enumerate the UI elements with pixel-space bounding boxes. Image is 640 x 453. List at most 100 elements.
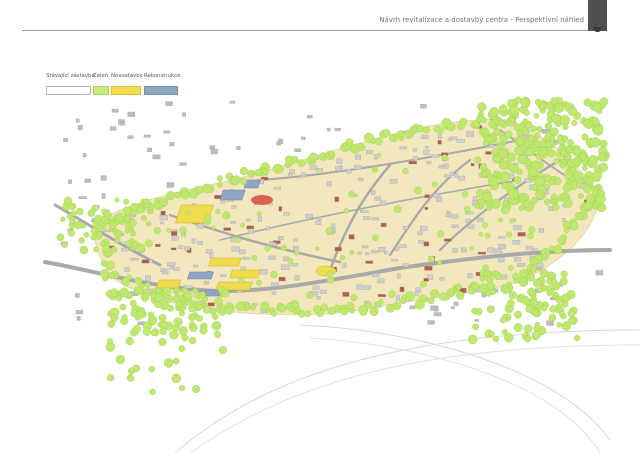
tree	[238, 277, 245, 284]
tree	[485, 290, 492, 297]
tree	[427, 297, 435, 305]
tree	[109, 288, 119, 297]
tree	[573, 334, 581, 342]
tree	[536, 126, 543, 132]
building	[278, 138, 283, 144]
tree	[479, 275, 486, 282]
tree	[382, 129, 391, 137]
tree	[456, 291, 465, 300]
tree	[328, 150, 335, 158]
tree	[597, 152, 607, 162]
tree	[372, 234, 379, 242]
building	[196, 223, 204, 229]
tree	[172, 357, 180, 365]
building	[271, 291, 277, 295]
tree	[498, 160, 509, 170]
tree	[177, 294, 184, 301]
tree	[83, 232, 90, 238]
building	[466, 131, 474, 137]
building	[417, 231, 423, 235]
building	[361, 245, 369, 249]
tree	[121, 277, 131, 287]
building	[77, 125, 83, 131]
tree	[339, 254, 346, 261]
tree	[101, 216, 110, 225]
tree	[250, 304, 256, 311]
tree	[188, 336, 197, 345]
tree	[549, 127, 559, 137]
building	[336, 158, 343, 164]
tree	[385, 303, 395, 313]
building	[293, 238, 298, 242]
tree	[306, 291, 314, 299]
tree	[525, 147, 535, 157]
building	[184, 285, 193, 289]
tree	[108, 220, 117, 230]
tree	[345, 138, 354, 147]
building	[231, 205, 237, 209]
building	[160, 210, 166, 216]
tree	[471, 282, 480, 290]
tree	[60, 216, 66, 222]
building	[380, 200, 386, 206]
tree	[173, 317, 183, 327]
tree	[294, 250, 300, 256]
tree	[178, 384, 185, 391]
tree	[192, 385, 201, 394]
building	[424, 266, 433, 271]
tree	[99, 269, 109, 279]
tree	[158, 314, 167, 322]
tree	[198, 291, 206, 299]
tree	[125, 337, 134, 346]
building	[443, 163, 449, 169]
tree	[416, 124, 424, 133]
tree	[588, 154, 599, 165]
building	[348, 234, 355, 240]
tree	[549, 135, 556, 142]
tree	[240, 222, 246, 228]
building	[178, 245, 183, 249]
tree	[260, 301, 270, 311]
tree	[216, 175, 224, 182]
tree	[520, 98, 530, 108]
tree	[509, 218, 515, 224]
tree	[519, 268, 529, 278]
tree	[581, 165, 588, 172]
tree	[422, 126, 431, 134]
tree	[400, 297, 407, 304]
tree	[213, 330, 221, 338]
building	[326, 181, 332, 187]
building	[357, 251, 362, 255]
tree	[369, 306, 379, 317]
tree	[136, 243, 146, 253]
tree	[110, 246, 118, 254]
tree	[489, 107, 500, 117]
building	[397, 273, 401, 279]
tree	[433, 125, 441, 133]
tree	[474, 156, 482, 164]
tree	[513, 323, 523, 332]
building	[431, 154, 439, 158]
tree	[488, 120, 496, 128]
building	[532, 247, 538, 252]
tree	[127, 367, 135, 375]
building	[290, 263, 298, 267]
building	[426, 161, 432, 164]
tree	[188, 313, 197, 321]
building	[121, 248, 129, 252]
tree	[530, 160, 541, 171]
tree	[239, 177, 247, 185]
tree	[315, 246, 320, 252]
building	[433, 312, 442, 317]
tree	[304, 310, 312, 318]
building	[365, 252, 370, 255]
tree	[297, 159, 306, 168]
tree	[350, 294, 358, 301]
tree	[113, 229, 123, 239]
tree	[102, 245, 110, 253]
tree	[393, 205, 402, 214]
tree	[569, 221, 579, 231]
tree	[61, 241, 68, 248]
building	[538, 228, 544, 233]
building	[445, 214, 449, 218]
